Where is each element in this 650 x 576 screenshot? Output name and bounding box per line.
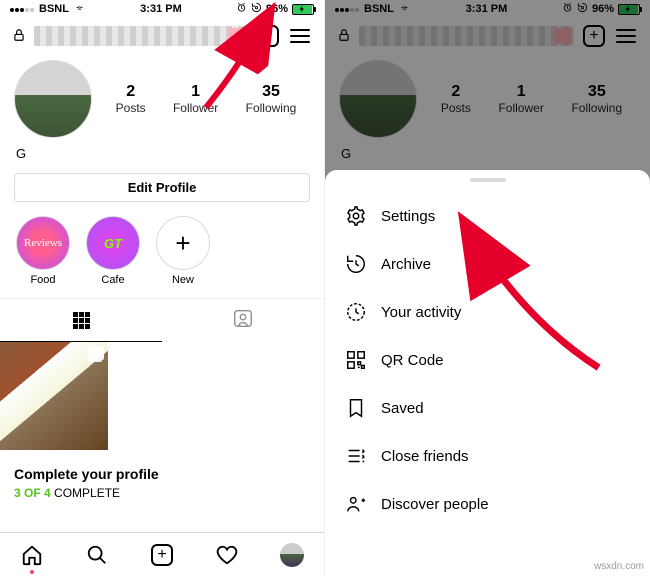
battery-percent: 96% bbox=[266, 3, 288, 15]
carrier-label: BSNL bbox=[39, 3, 69, 15]
close-friends-icon bbox=[345, 445, 367, 467]
posts-grid bbox=[0, 342, 324, 450]
highlight-cafe[interactable]: GTCafe bbox=[86, 216, 140, 286]
bottom-nav: + bbox=[0, 532, 324, 576]
edit-profile-button[interactable]: Edit Profile bbox=[14, 173, 310, 202]
menu-label: Saved bbox=[381, 400, 424, 417]
search-icon bbox=[86, 544, 108, 566]
menu-close-friends[interactable]: Close friends bbox=[325, 432, 650, 480]
home-icon bbox=[21, 544, 43, 566]
stat-followers[interactable]: 1Follower bbox=[173, 83, 218, 115]
nav-profile[interactable] bbox=[259, 533, 324, 576]
menu-label: Settings bbox=[381, 208, 435, 225]
heart-icon bbox=[216, 544, 238, 566]
signal-dots-icon bbox=[10, 3, 35, 15]
menu-activity[interactable]: Your activity bbox=[325, 288, 650, 336]
highlight-new[interactable]: +New bbox=[156, 216, 210, 286]
rotation-lock-icon bbox=[251, 2, 262, 16]
wifi-icon bbox=[73, 3, 86, 16]
discover-icon bbox=[345, 493, 367, 515]
settings-icon bbox=[345, 205, 367, 227]
complete-profile-progress: 3 OF 4 COMPLETE bbox=[14, 486, 310, 500]
menu-discover[interactable]: Discover people bbox=[325, 480, 650, 528]
menu-archive[interactable]: Archive bbox=[325, 240, 650, 288]
menu-label: Discover people bbox=[381, 496, 489, 513]
nav-search[interactable] bbox=[65, 533, 130, 576]
qr-icon bbox=[345, 349, 367, 371]
menu-saved[interactable]: Saved bbox=[325, 384, 650, 432]
username-dropdown[interactable] bbox=[34, 26, 248, 46]
sheet-handle[interactable] bbox=[470, 178, 506, 182]
activity-icon bbox=[345, 301, 367, 323]
menu-qr[interactable]: QR Code bbox=[325, 336, 650, 384]
menu-screen: BSNL 3:31 PM 96% + 2Posts 1Follower 35Fo… bbox=[325, 0, 650, 576]
post-thumbnail[interactable] bbox=[0, 342, 108, 450]
lock-icon bbox=[12, 28, 26, 45]
alarm-icon bbox=[236, 2, 247, 16]
hamburger-menu-button[interactable] bbox=[288, 24, 312, 48]
stat-posts[interactable]: 2Posts bbox=[116, 83, 146, 115]
profile-screen: BSNL 3:31 PM 96% + 2Posts 1Follo bbox=[0, 0, 325, 576]
display-name: G bbox=[0, 144, 324, 163]
menu-label: Close friends bbox=[381, 448, 469, 465]
status-bar: BSNL 3:31 PM 96% bbox=[0, 0, 324, 18]
menu-sheet: Settings Archive Your activity QR Code S… bbox=[325, 170, 650, 576]
create-post-button[interactable]: + bbox=[256, 24, 280, 48]
profile-header: + bbox=[0, 18, 324, 54]
stat-following[interactable]: 35Following bbox=[246, 83, 297, 115]
battery-icon bbox=[292, 4, 314, 15]
grid-icon bbox=[73, 312, 90, 329]
tagged-icon bbox=[232, 307, 254, 334]
grid-tab[interactable] bbox=[0, 299, 162, 342]
nav-home[interactable] bbox=[0, 533, 65, 576]
nav-activity[interactable] bbox=[194, 533, 259, 576]
plus-icon: + bbox=[151, 544, 173, 566]
menu-label: Your activity bbox=[381, 304, 461, 321]
profile-avatar[interactable] bbox=[14, 60, 92, 138]
tagged-tab[interactable] bbox=[162, 299, 324, 342]
nav-create[interactable]: + bbox=[130, 533, 195, 576]
menu-settings[interactable]: Settings bbox=[325, 192, 650, 240]
story-highlights: ReviewsFood GTCafe +New bbox=[0, 210, 324, 292]
menu-label: Archive bbox=[381, 256, 431, 273]
saved-icon bbox=[345, 397, 367, 419]
clock-label: 3:31 PM bbox=[140, 3, 182, 15]
menu-label: QR Code bbox=[381, 352, 444, 369]
archive-icon bbox=[345, 253, 367, 275]
carousel-icon bbox=[90, 346, 104, 360]
complete-profile-title: Complete your profile bbox=[14, 466, 310, 482]
highlight-food[interactable]: ReviewsFood bbox=[16, 216, 70, 286]
watermark: wsxdn.com bbox=[594, 561, 644, 572]
avatar-icon bbox=[280, 543, 304, 567]
